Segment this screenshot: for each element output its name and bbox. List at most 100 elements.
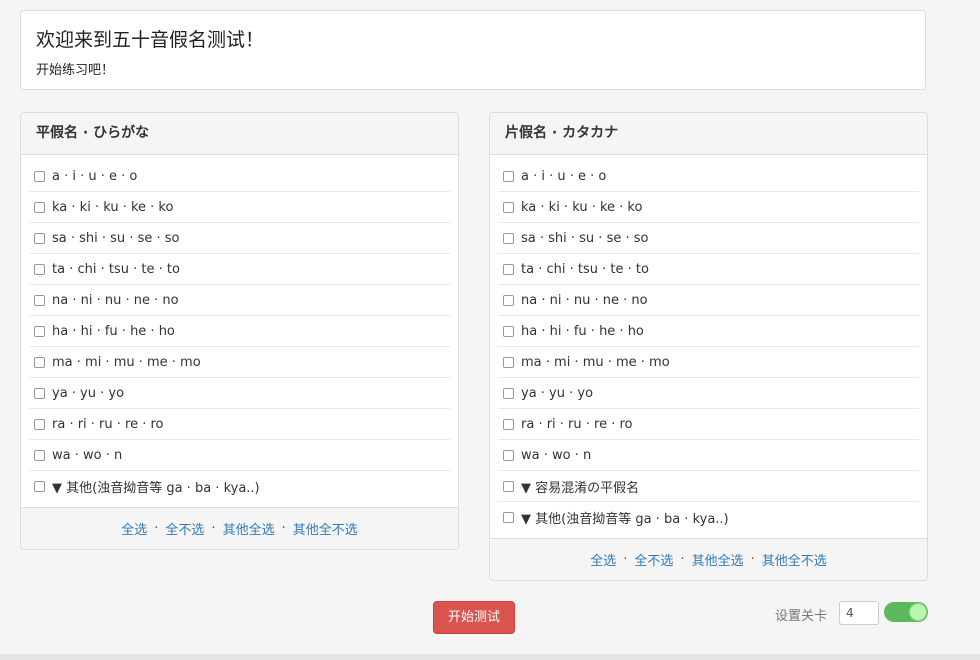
row-label: ▼ 其他(浊音拗音等 ga · ba · kya..) (521, 512, 729, 527)
separator: · (750, 552, 755, 567)
row-label: ya · yu · yo (521, 385, 594, 401)
row-label: ha · hi · fu · he · ho (52, 323, 175, 339)
row-checkbox[interactable] (34, 170, 45, 182)
kana-row[interactable]: sa · shi · su · se · so (498, 223, 919, 254)
katakana-row-list: a · i · u · e · o ka · ki · ku · ke · ko s… (490, 155, 927, 533)
kana-row[interactable]: wa · wo · n (498, 440, 919, 471)
row-label: ▼ 其他(浊音拗音等 ga · ba · kya..) (52, 481, 260, 496)
kana-row[interactable]: ▼ 其他(浊音拗音等 ga · ba · kya..) (29, 471, 450, 502)
row-label: wa · wo · n (52, 447, 123, 463)
row-label: wa · wo · n (521, 447, 592, 463)
separator: · (281, 521, 286, 536)
row-checkbox[interactable] (34, 232, 45, 244)
row-label: sa · shi · su · se · so (52, 230, 180, 246)
separator: · (623, 552, 628, 567)
kana-row[interactable]: ha · hi · fu · he · ho (29, 316, 450, 347)
row-checkbox[interactable] (34, 201, 45, 213)
row-label: ka · ki · ku · ke · ko (52, 199, 174, 215)
row-checkbox[interactable] (503, 480, 514, 492)
welcome-title: 欢迎来到五十音假名测试！ (36, 29, 265, 51)
kana-row[interactable]: a · i · u · e · o (498, 161, 919, 192)
row-checkbox[interactable] (503, 294, 514, 306)
level-label: 设置关卡 (775, 609, 828, 624)
kana-row[interactable]: ya · yu · yo (29, 378, 450, 409)
level-toggle-switch[interactable] (884, 602, 928, 622)
kana-row[interactable]: ▼ 容易混淆の平假名 (498, 471, 919, 502)
row-checkbox[interactable] (34, 294, 45, 306)
row-checkbox[interactable] (503, 170, 514, 182)
row-checkbox[interactable] (34, 325, 45, 337)
welcome-subtitle: 开始练习吧！ (36, 63, 115, 78)
start-test-button[interactable]: 开始测试 (433, 601, 515, 634)
row-checkbox[interactable] (34, 356, 45, 368)
hiragana-panel: 平假名 · ひらがな a · i · u · e · o ka · ki · ku… (20, 112, 459, 550)
row-checkbox[interactable] (503, 201, 514, 213)
row-label: ya · yu · yo (52, 385, 125, 401)
kana-row[interactable]: ka · ki · ku · ke · ko (29, 192, 450, 223)
kana-row[interactable]: ra · ri · ru · re · ro (498, 409, 919, 440)
row-label: ha · hi · fu · he · ho (521, 323, 644, 339)
row-checkbox[interactable] (503, 325, 514, 337)
katakana-select-none-link[interactable]: 全不选 (634, 550, 673, 569)
kana-row[interactable]: ka · ki · ku · ke · ko (498, 192, 919, 223)
row-checkbox[interactable] (503, 449, 514, 461)
separator: · (211, 521, 216, 536)
row-checkbox[interactable] (503, 263, 514, 275)
kana-row[interactable]: ta · chi · tsu · te · to (498, 254, 919, 285)
kana-row[interactable]: a · i · u · e · o (29, 161, 450, 192)
kana-row[interactable]: ma · mi · mu · me · mo (29, 347, 450, 378)
row-checkbox[interactable] (34, 449, 45, 461)
row-checkbox[interactable] (34, 481, 45, 492)
row-label: a · i · u · e · o (521, 168, 607, 184)
row-label: ta · chi · tsu · te · to (52, 261, 180, 277)
kana-row[interactable]: ma · mi · mu · me · mo (498, 347, 919, 378)
row-label: ra · ri · ru · re · ro (521, 416, 633, 432)
row-label: sa · shi · su · se · so (521, 230, 649, 246)
kana-row[interactable]: na · ni · nu · ne · no (498, 285, 919, 316)
row-checkbox[interactable] (503, 512, 514, 523)
row-label: ta · chi · tsu · te · to (521, 261, 649, 277)
row-label: ma · mi · mu · me · mo (52, 354, 201, 370)
row-label: ra · ri · ru · re · ro (52, 416, 164, 432)
row-label: ka · ki · ku · ke · ko (521, 199, 643, 215)
hiragana-panel-title: 平假名 · ひらがな (21, 113, 458, 155)
separator: · (680, 552, 685, 567)
katakana-panel-title: 片假名 · カタカナ (490, 113, 927, 155)
hiragana-row-list: a · i · u · e · o ka · ki · ku · ke · ko s… (21, 155, 458, 502)
bottom-divider (0, 654, 980, 660)
katakana-others-all-link[interactable]: 其他全选 (692, 550, 744, 569)
kana-row[interactable]: wa · wo · n (29, 440, 450, 471)
hiragana-select-all-link[interactable]: 全选 (121, 519, 147, 538)
welcome-card: 欢迎来到五十音假名测试！ 开始练习吧！ (20, 10, 926, 90)
kana-row[interactable]: na · ni · nu · ne · no (29, 285, 450, 316)
kana-row[interactable]: ta · chi · tsu · te · to (29, 254, 450, 285)
hiragana-others-none-link[interactable]: 其他全不选 (293, 519, 358, 538)
row-checkbox[interactable] (34, 387, 45, 399)
row-label: na · ni · nu · ne · no (52, 292, 179, 308)
katakana-panel: 片假名 · カタカナ a · i · u · e · o ka · ki · ku… (489, 112, 928, 581)
kana-row[interactable]: ra · ri · ru · re · ro (29, 409, 450, 440)
hiragana-select-none-link[interactable]: 全不选 (165, 519, 204, 538)
row-checkbox[interactable] (503, 356, 514, 368)
row-checkbox[interactable] (503, 418, 514, 430)
kana-row[interactable]: ha · hi · fu · he · ho (498, 316, 919, 347)
katakana-select-all-link[interactable]: 全选 (590, 550, 616, 569)
row-label: ▼ 容易混淆の平假名 (521, 480, 640, 496)
hiragana-others-all-link[interactable]: 其他全选 (223, 519, 275, 538)
hiragana-panel-footer: 全选 · 全不选 · 其他全选 · 其他全不选 (21, 507, 458, 549)
katakana-panel-footer: 全选 · 全不选 · 其他全选 · 其他全不选 (490, 538, 927, 580)
row-checkbox[interactable] (34, 418, 45, 430)
separator: · (154, 521, 159, 536)
kana-row[interactable]: ▼ 其他(浊音拗音等 ga · ba · kya..) (498, 502, 919, 533)
level-input[interactable] (839, 601, 879, 625)
row-label: na · ni · nu · ne · no (521, 292, 648, 308)
toggle-knob (909, 603, 927, 621)
row-label: ma · mi · mu · me · mo (521, 354, 670, 370)
kana-row[interactable]: sa · shi · su · se · so (29, 223, 450, 254)
row-checkbox[interactable] (34, 263, 45, 275)
row-label: a · i · u · e · o (52, 168, 138, 184)
kana-row[interactable]: ya · yu · yo (498, 378, 919, 409)
katakana-others-none-link[interactable]: 其他全不选 (762, 550, 827, 569)
row-checkbox[interactable] (503, 232, 514, 244)
row-checkbox[interactable] (503, 387, 514, 399)
